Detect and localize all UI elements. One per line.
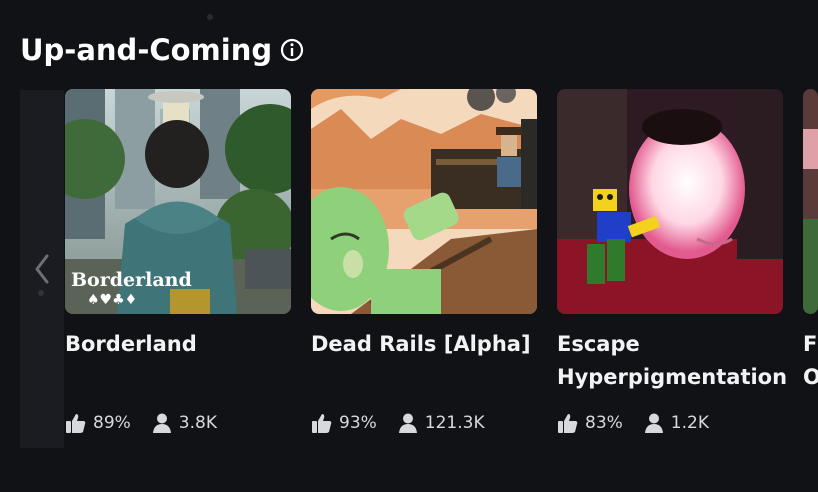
game-title[interactable]: Fi O [803,328,818,394]
decorative-dot [207,14,213,20]
like-percentage: 89% [93,413,131,433]
game-thumbnail[interactable] [311,89,537,314]
thumbnail-suits: ♠♥♣♦ [87,292,137,308]
like-ratio: 89% [65,412,131,434]
players-count: 1.2K [670,413,709,433]
like-percentage: 83% [585,413,623,433]
thumbs-up-icon [312,414,332,433]
players-count: 121.3K [424,413,485,433]
game-card-escape-hyperpigmentation[interactable]: Escape Hyperpigmentation 83% 1.2K [557,89,787,433]
like-ratio: 83% [557,412,623,434]
game-stats: 89% 3.8K [65,412,237,434]
player-count: 1.2K [643,412,709,434]
user-icon [152,413,171,433]
like-ratio: 93% [311,412,377,434]
thumbnail-logo-text: Borderland [71,269,192,291]
section-title[interactable]: Up-and-Coming [20,33,272,67]
chevron-left-icon [35,254,49,284]
game-thumbnail[interactable] [803,89,818,314]
game-card-partial[interactable]: Fi O [803,89,818,394]
game-stats: 93% 121.3K [311,412,505,434]
user-icon [398,413,417,433]
game-card-dead-rails[interactable]: Dead Rails [Alpha] 93% 121.3K [311,89,537,433]
players-count: 3.8K [178,413,217,433]
game-thumbnail[interactable]: Borderland ♠♥♣♦ [65,89,291,314]
player-count: 3.8K [151,412,217,434]
section-header: Up-and-Coming [20,33,304,67]
like-percentage: 93% [339,413,377,433]
user-icon [644,413,663,433]
game-stats: 83% 1.2K [557,412,729,434]
game-card-borderland[interactable]: Borderland ♠♥♣♦ Borderland 89% 3.8K [65,89,291,433]
thumbs-up-icon [66,414,86,433]
player-count: 121.3K [397,412,485,434]
game-title[interactable]: Borderland [65,328,291,361]
scroll-left-button[interactable] [20,90,64,448]
decorative-dot [38,290,44,296]
game-title[interactable]: Escape Hyperpigmentation [557,328,787,394]
thumbs-up-icon [558,414,578,433]
game-thumbnail[interactable] [557,89,783,314]
game-title[interactable]: Dead Rails [Alpha] [311,328,537,361]
info-icon[interactable] [280,38,304,62]
